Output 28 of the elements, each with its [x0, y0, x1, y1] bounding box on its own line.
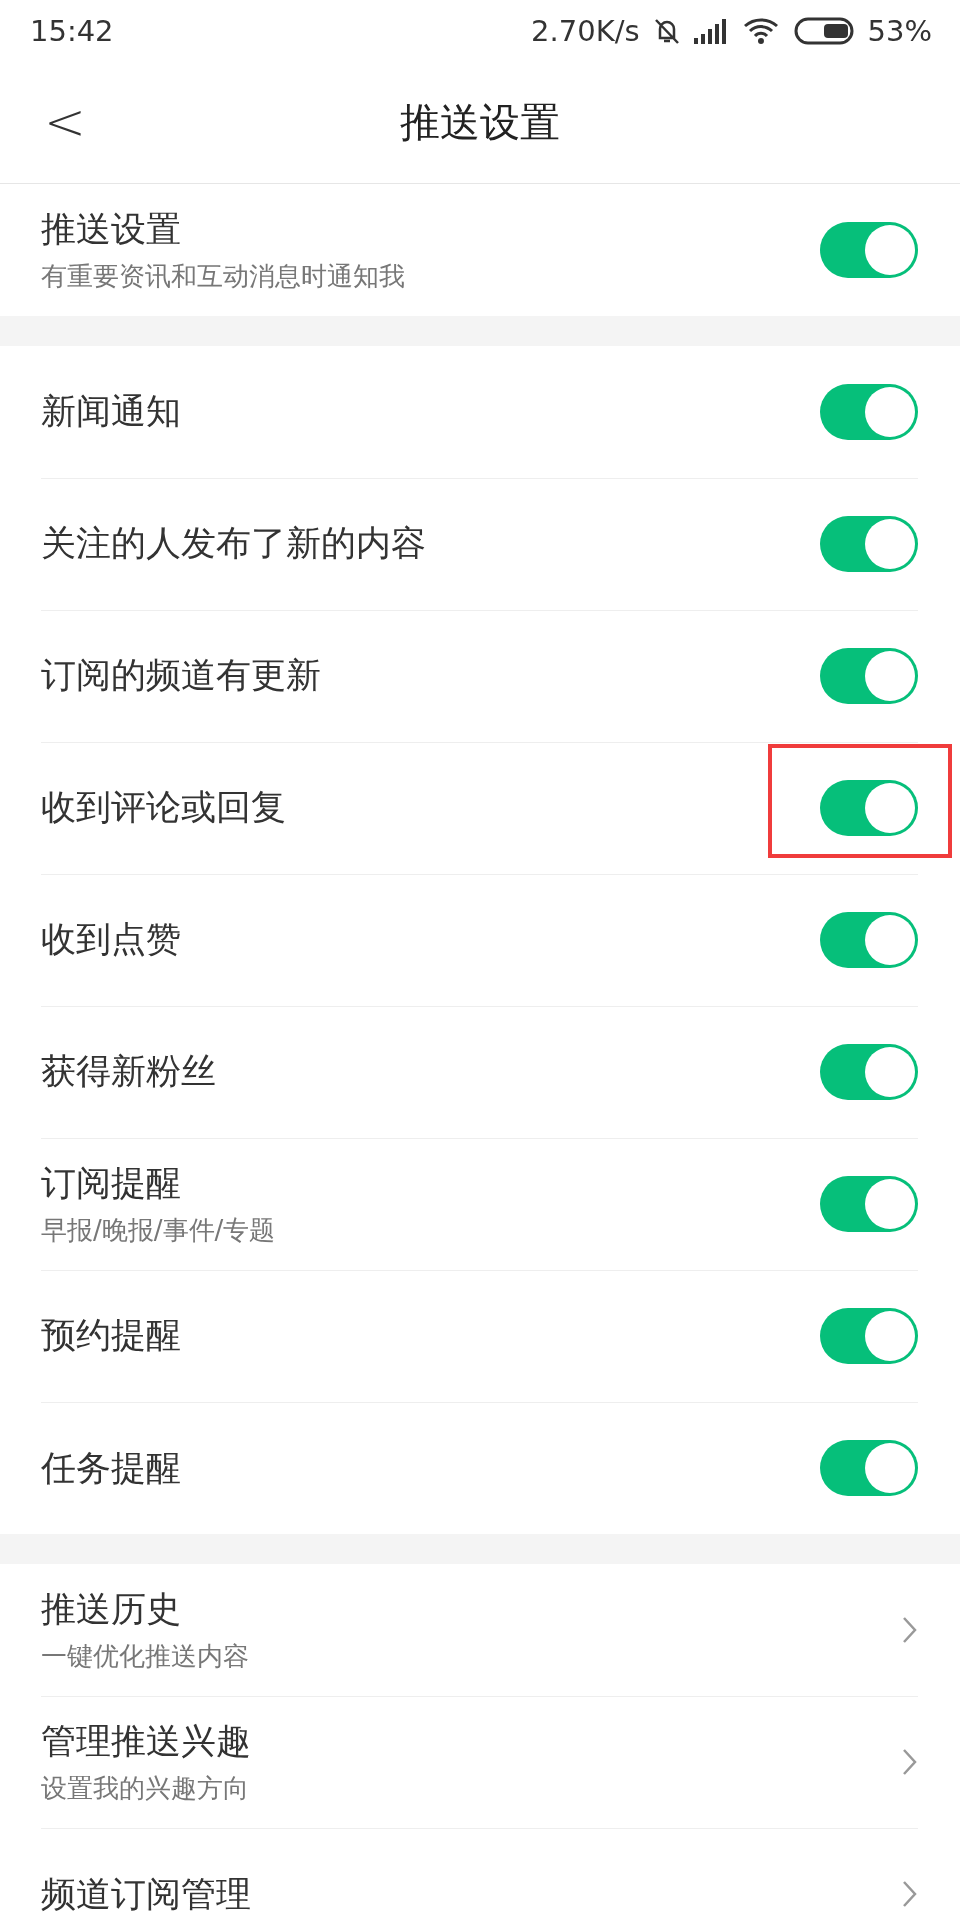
setting-title: 订阅的频道有更新 — [41, 654, 322, 697]
clock-time: 15:42 — [30, 14, 114, 48]
toggle-switch[interactable] — [820, 222, 918, 278]
setting-description: 一键优化推送内容 — [41, 1639, 250, 1673]
setting-description: 早报/晚报/事件/专题 — [41, 1213, 277, 1247]
page-title: 推送设置 — [400, 98, 560, 147]
setting-title: 关注的人发布了新的内容 — [41, 522, 427, 565]
setting-title: 推送设置 — [41, 208, 182, 251]
chevron-right-icon[interactable] — [902, 1615, 918, 1644]
setting-title: 推送历史 — [41, 1587, 182, 1631]
battery-percent: 53% — [867, 14, 932, 48]
setting-title: 频道订阅管理 — [41, 1872, 252, 1916]
setting-title: 订阅提醒 — [41, 1161, 182, 1205]
setting-title: 新闻通知 — [41, 390, 182, 433]
setting-title: 获得新粉丝 — [41, 1050, 217, 1093]
setting-title: 任务提醒 — [41, 1446, 182, 1490]
setting-title: 收到评论或回复 — [41, 786, 287, 829]
setting-title: 管理推送兴趣 — [41, 1719, 252, 1763]
network-speed: 2.70K/s — [531, 14, 640, 48]
chevron-right-icon[interactable] — [902, 1747, 918, 1776]
chevron-right-icon[interactable] — [902, 1880, 918, 1908]
setting-title: 收到点赞 — [41, 918, 182, 961]
toggle-switch[interactable] — [820, 1440, 918, 1496]
setting-description: 有重要资讯和互动消息时通知我 — [41, 260, 406, 293]
setting-description: 设置我的兴趣方向 — [41, 1771, 250, 1805]
back-button[interactable]: < — [44, 92, 86, 152]
battery-icon — [793, 16, 856, 46]
setting-title: 预约提醒 — [41, 1314, 182, 1357]
